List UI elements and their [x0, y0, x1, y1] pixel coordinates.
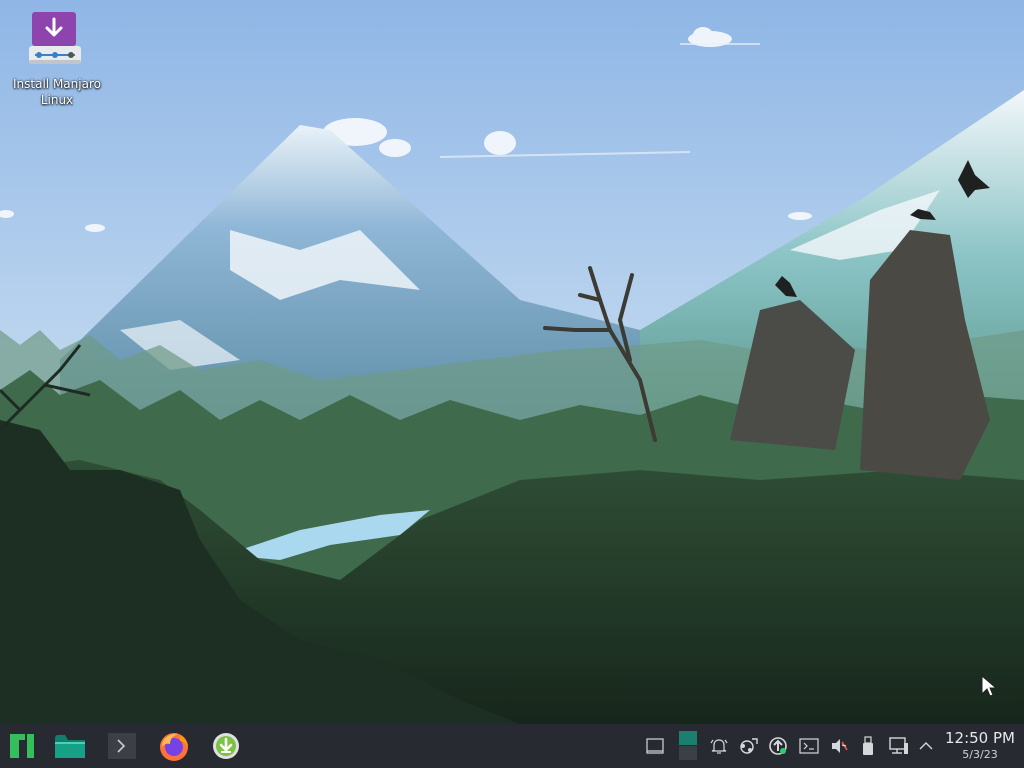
volume-muted-icon [832, 739, 848, 753]
folder-icon [55, 735, 85, 758]
firefox-icon [160, 733, 188, 761]
clock-date: 5/3/23 [962, 748, 998, 761]
clock-time: 12:50 PM [945, 729, 1015, 747]
kde-connect-button[interactable] [736, 724, 760, 768]
virtual-desktop-pager[interactable] [676, 724, 700, 768]
network-button[interactable] [886, 724, 912, 768]
application-menu-button[interactable] [0, 724, 44, 768]
download-arrow-icon [213, 733, 239, 759]
file-manager-button[interactable] [48, 724, 92, 768]
bell-icon [710, 739, 728, 754]
usb-icon [863, 736, 873, 755]
taskbar: 12:50 PM 5/3/23 [0, 724, 1024, 768]
notifications-button[interactable] [708, 724, 730, 768]
updates-button[interactable] [766, 724, 790, 768]
show-desktop-button[interactable] [642, 724, 668, 768]
terminal-button[interactable] [100, 724, 144, 768]
expand-tray-button[interactable] [916, 724, 936, 768]
pager-icon [679, 731, 697, 760]
software-update-button[interactable] [204, 724, 248, 768]
konsole-button[interactable] [796, 724, 822, 768]
mouse-cursor-icon [981, 674, 996, 697]
removable-devices-button[interactable] [858, 724, 878, 768]
firefox-button[interactable] [152, 724, 196, 768]
terminal-icon [108, 733, 136, 759]
network-icon [889, 737, 908, 754]
update-icon [769, 737, 787, 755]
desktop-icon-install-manjaro[interactable]: Install Manjaro Linux [4, 10, 110, 108]
installer-download-icon [29, 12, 81, 64]
chevron-up-icon [919, 742, 933, 750]
desktop-icon-label: Install Manjaro Linux [13, 77, 101, 107]
digital-clock[interactable]: 12:50 PM 5/3/23 [938, 728, 1022, 766]
kde-connect-icon [740, 738, 758, 754]
console-icon [799, 738, 819, 754]
desktop-wallpaper [0, 0, 1024, 724]
desktop[interactable]: Install Manjaro Linux [0, 0, 1024, 724]
manjaro-logo-icon [10, 734, 34, 758]
show-desktop-icon [646, 738, 664, 754]
volume-button[interactable] [828, 724, 850, 768]
